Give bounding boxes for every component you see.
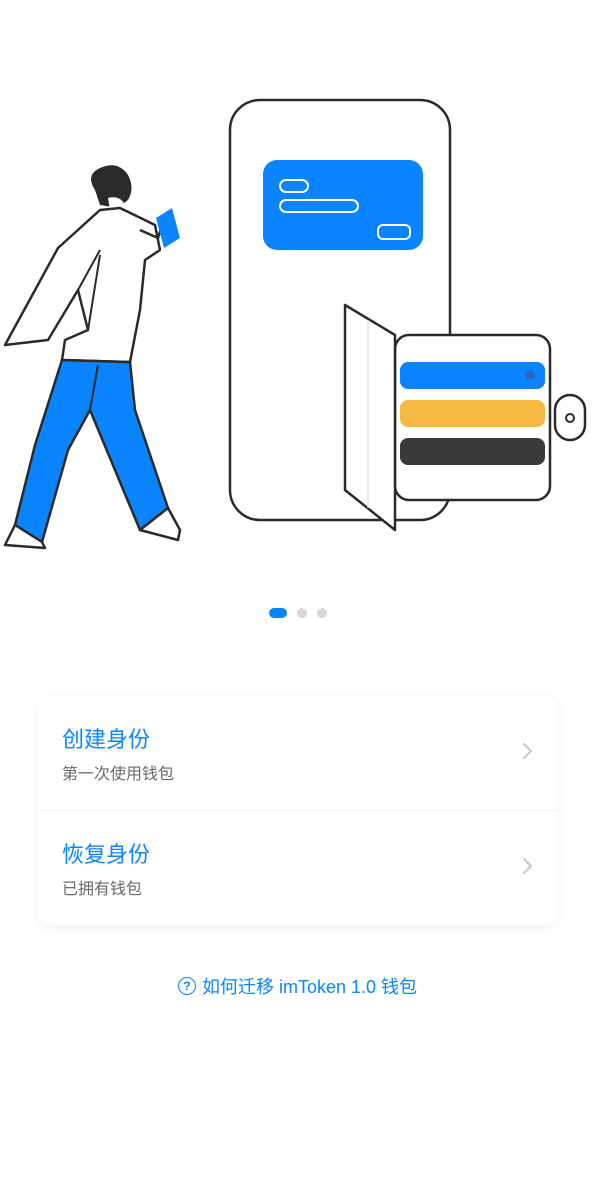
create-identity-option[interactable]: 创建身份 第一次使用钱包 [38,696,557,810]
question-circle-icon: ? [178,977,196,995]
restore-identity-title: 恢复身份 [62,837,150,869]
restore-identity-subtitle: 已拥有钱包 [62,875,150,899]
option-text-group: 创建身份 第一次使用钱包 [62,722,174,784]
carousel-dot-1[interactable] [269,608,287,618]
chevron-right-icon [523,743,533,764]
create-identity-subtitle: 第一次使用钱包 [62,760,174,784]
options-card: 创建身份 第一次使用钱包 恢复身份 已拥有钱包 [38,696,557,925]
option-text-group: 恢复身份 已拥有钱包 [62,837,150,899]
create-identity-title: 创建身份 [62,722,174,754]
chevron-right-icon [523,858,533,879]
restore-identity-option[interactable]: 恢复身份 已拥有钱包 [38,810,557,925]
carousel-dot-3[interactable] [317,608,327,618]
carousel-dots [0,560,595,666]
migration-help-link[interactable]: ? 如何迁移 imToken 1.0 钱包 [0,973,595,999]
help-link-text: 如何迁移 imToken 1.0 钱包 [202,973,417,999]
carousel-dot-2[interactable] [297,608,307,618]
onboarding-illustration [0,0,595,560]
